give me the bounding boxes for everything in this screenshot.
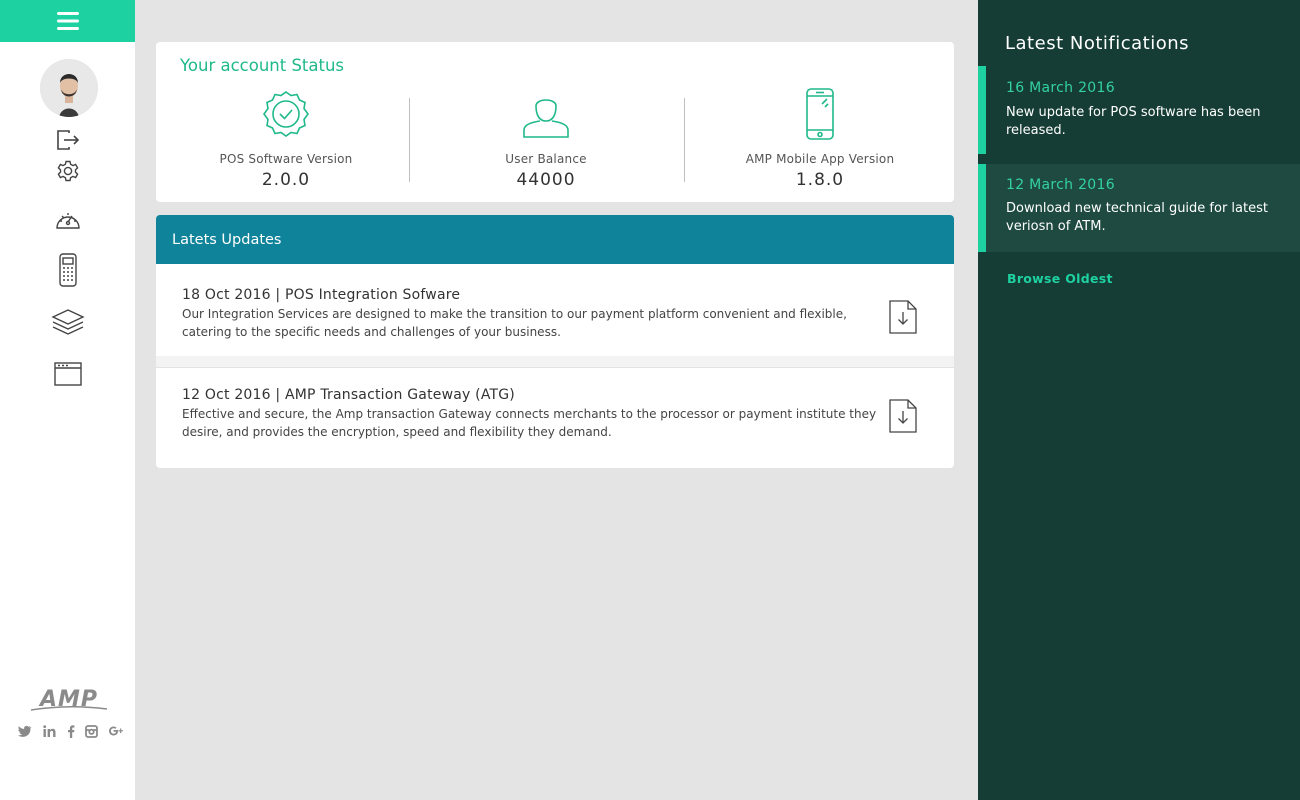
notification-text: Download new technical guide for latest … xyxy=(1006,201,1268,234)
notification-item[interactable]: 16 March 2016 New update for POS softwar… xyxy=(978,66,1300,154)
pos-version-stat: POS Software Version 2.0.0 xyxy=(156,86,416,190)
notifications-title: Latest Notifications xyxy=(1005,33,1190,54)
notification-date: 12 March 2016 xyxy=(1006,177,1115,193)
social-links xyxy=(18,722,124,740)
twitter-icon[interactable] xyxy=(18,725,32,737)
user-balance-label: User Balance xyxy=(505,152,587,166)
badge-check-icon xyxy=(263,91,309,137)
download-button[interactable] xyxy=(888,398,918,434)
update-description: Effective and secure, the Amp transactio… xyxy=(182,407,877,439)
app-version-stat: AMP Mobile App Version 1.8.0 xyxy=(690,86,950,190)
pos-version-label: POS Software Version xyxy=(219,152,353,166)
app-version-label: AMP Mobile App Version xyxy=(745,152,895,166)
stat-divider xyxy=(409,98,410,182)
download-file-icon xyxy=(889,399,917,433)
latest-updates-card: Latets Updates 18 Oct 2016 | POS Integra… xyxy=(156,215,954,468)
settings-icon xyxy=(57,160,78,182)
browse-oldest-link[interactable]: Browse Oldest xyxy=(1007,271,1113,286)
sidebar: AMP xyxy=(0,0,135,800)
pos-terminal-icon xyxy=(58,253,77,287)
user-balance-stat: User Balance 44000 xyxy=(416,86,676,190)
menu-button[interactable] xyxy=(0,0,135,42)
user-icon xyxy=(523,99,569,138)
download-button[interactable] xyxy=(888,299,918,335)
update-title: 12 Oct 2016 | AMP Transaction Gateway (A… xyxy=(182,387,515,403)
window-icon xyxy=(53,362,82,386)
linkedin-icon[interactable] xyxy=(43,725,56,737)
update-description: Our Integration Services are designed to… xyxy=(182,307,847,339)
notification-text: New update for POS software has been rel… xyxy=(1006,105,1261,138)
update-title: 18 Oct 2016 | POS Integration Sofware xyxy=(182,287,461,303)
update-divider xyxy=(156,356,954,367)
pos-version-value: 2.0.0 xyxy=(261,170,311,190)
app-version-value: 1.8.0 xyxy=(795,170,845,190)
logout-button[interactable] xyxy=(0,129,135,151)
notification-accent-bar xyxy=(978,66,986,154)
update-item: 18 Oct 2016 | POS Integration Sofware Ou… xyxy=(156,264,954,356)
settings-button[interactable] xyxy=(0,159,135,183)
notification-item[interactable]: 12 March 2016 Download new technical gui… xyxy=(978,164,1300,252)
layers-icon xyxy=(50,309,85,335)
account-status-title: Your account Status xyxy=(180,56,345,75)
logout-icon xyxy=(56,130,79,150)
latest-updates-title: Latets Updates xyxy=(156,215,954,264)
amp-logo: AMP xyxy=(27,687,111,713)
smartphone-icon xyxy=(806,88,834,140)
user-balance-value: 44000 xyxy=(516,170,576,190)
avatar[interactable] xyxy=(40,59,98,117)
notifications-panel: Latest Notifications 16 March 2016 New u… xyxy=(978,0,1300,800)
update-item: 12 Oct 2016 | AMP Transaction Gateway (A… xyxy=(156,368,954,468)
download-file-icon xyxy=(889,300,917,334)
menu-icon xyxy=(56,12,79,30)
notification-accent-bar xyxy=(978,164,986,252)
pos-terminal-button[interactable] xyxy=(0,252,135,288)
account-status-card: Your account Status POS Software Version… xyxy=(156,42,954,202)
window-button[interactable] xyxy=(0,361,135,387)
notification-date: 16 March 2016 xyxy=(1006,80,1115,96)
layers-button[interactable] xyxy=(0,308,135,336)
facebook-icon[interactable] xyxy=(67,724,75,738)
dashboard-icon xyxy=(55,213,80,229)
instagram-icon[interactable] xyxy=(85,724,99,738)
google-plus-icon[interactable] xyxy=(109,725,124,737)
stat-divider xyxy=(684,98,685,182)
dashboard-button[interactable] xyxy=(0,208,135,232)
